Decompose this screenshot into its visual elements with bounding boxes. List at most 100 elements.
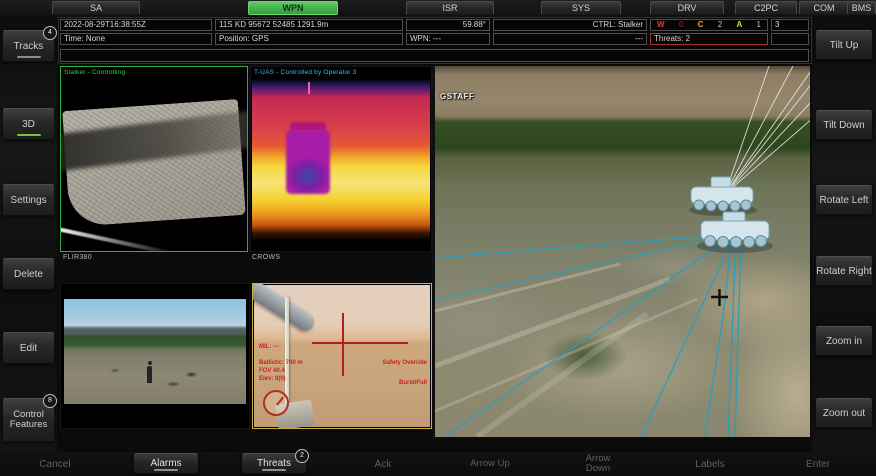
rotate-right-label: Rotate Right [816,265,872,277]
message-bar [60,49,809,62]
tracks-count-badge: 4 [43,26,57,40]
tab-c2pc[interactable]: C2PC [735,1,797,15]
map-place-label: GSTAFF [440,92,475,101]
control-features-button[interactable]: Control Features 8 [2,394,57,442]
timestamp-field: 2022-08-29T16:38:55Z [60,19,212,31]
controller-field: CTRL: Stalker [493,19,647,31]
delete-label: Delete [14,268,43,280]
control-features-count-badge: 8 [43,394,57,408]
warning-count: 0 [678,20,684,29]
tilt-down-button[interactable]: Tilt Down [815,110,873,140]
enter-button[interactable]: Enter [788,452,848,476]
spare-field [771,33,809,45]
hud-fov-readout: FOV 40.4 [259,368,285,374]
arrow-down-button[interactable]: Arrow Down [575,452,621,476]
left-sidebar: Tracks 4 3D Settings Delete Edit Control… [0,17,57,453]
video-feed-landscape[interactable] [60,283,250,429]
video-feed-guncam[interactable]: MIL: --- Ballistic: 700 m FOV 40.4 Elev:… [252,283,432,429]
tab-com[interactable]: COM [799,1,849,15]
tilt-down-label: Tilt Down [823,119,865,131]
person-silhouette [147,366,153,384]
road-lines [435,262,698,437]
video-feed-flir[interactable]: Stalker - Controlling [60,66,248,252]
settings-button[interactable]: Settings [2,184,55,216]
thermal-target-object [286,130,330,194]
feed-caption-crows: CROWS [252,254,281,261]
position-field: Position: GPS [215,33,403,45]
bottom-action-bar: Cancel Alarms Threats 2 Ack Arrow Up Arr… [0,449,876,476]
feed-status-label: T-UAS - Controlled by Operator 3 [254,69,357,76]
azimuth-needle [276,396,284,406]
azimuth-dial-icon [263,390,289,416]
settings-label: Settings [10,194,47,206]
tab-sys[interactable]: SYS [541,1,621,15]
threats-button[interactable]: Threats 2 [241,449,309,474]
threats-label: Threats [257,458,291,469]
hud-safety-status: Safety Override [382,360,427,366]
alarms-label: Alarms [150,458,182,469]
alert-total-field: 3 [771,19,809,31]
delete-button[interactable]: Delete [2,258,55,290]
map-overlay-graphics [435,66,810,437]
edit-button[interactable]: Edit [2,332,55,364]
thermal-hot-tick [308,82,310,94]
feed-status-label: Stalker - Controlling [64,69,126,76]
alarms-underline [154,469,178,471]
vehicle-marker[interactable] [689,176,757,216]
tab-isr[interactable]: ISR [406,1,494,15]
hud-burst-mode: Burst/Full [399,380,427,386]
route-lines-blue [435,233,742,437]
sensor-ray-lines [724,66,810,195]
reticle-crosshair-horizontal [311,342,408,345]
tilt-up-label: Tilt Up [829,39,859,51]
video-feed-thermal[interactable]: T-UAS - Controlled by Operator 3 [250,66,432,252]
zoom-out-label: Zoom out [822,407,866,419]
time-field: Time: None [60,33,212,45]
tab-drv[interactable]: DRV [650,1,724,15]
landscape-video-content [64,299,246,404]
right-sidebar: Tilt Up Tilt Down Rotate Left Rotate Rig… [812,17,876,453]
weapon-field: WPN: --- [406,33,490,45]
zoom-in-button[interactable]: Zoom in [815,326,873,356]
alarms-button[interactable]: Alarms [133,453,199,474]
person-silhouette-head [147,361,152,366]
tracks-underline [16,56,41,58]
tab-sa[interactable]: SA [52,1,140,15]
caution-label: C [697,20,704,29]
map-3d-view[interactable]: GSTAFF [432,66,810,437]
arrow-up-button[interactable]: Arrow Up [467,452,513,476]
control-features-label: Control Features [9,408,48,430]
zoom-in-label: Zoom in [825,335,863,347]
caution-count: 2 [717,20,723,29]
alert-counters: W 0 C 2 A 1 [650,19,768,31]
hud-elevation-readout: Elev: 0(0) [259,376,286,382]
ack-button[interactable]: Ack [353,452,413,476]
zoom-out-button[interactable]: Zoom out [815,398,873,428]
tracks-label: Tracks [13,40,44,52]
advisory-label: A [736,20,743,29]
tracks-button[interactable]: Tracks 4 [2,26,57,62]
rotate-left-button[interactable]: Rotate Left [815,185,873,215]
tilt-up-button[interactable]: Tilt Up [815,30,873,60]
3d-button[interactable]: 3D [2,108,55,140]
cancel-button[interactable]: Cancel [25,452,85,476]
hud-ballistic-readout: Ballistic: 700 m [259,360,303,366]
labels-button[interactable]: Labels [680,452,740,476]
advisory-count: 1 [756,20,761,29]
flir-bright-edge [61,227,178,251]
coordinates-field: 11S KD 95672 52485 1291.9m [215,19,403,31]
tab-wpn[interactable]: WPN [248,1,338,15]
heading-field: 59.88° [406,19,490,31]
tab-bms[interactable]: BMS [847,1,876,15]
rotate-left-label: Rotate Left [819,194,869,206]
3d-label: 3D [22,118,35,130]
rotate-right-button[interactable]: Rotate Right [815,256,873,286]
threats-underline [262,469,286,471]
reticle-crosshair-vertical [342,312,344,377]
top-tab-bar: SA WPN ISR SYS DRV C2PC COM BMS [0,0,876,17]
warning-label: W [657,20,665,29]
aux-field: --- [493,33,647,45]
hud-mil-readout: MIL: --- [259,344,279,350]
3d-active-underline [16,134,41,136]
vehicle-marker[interactable] [697,211,773,253]
